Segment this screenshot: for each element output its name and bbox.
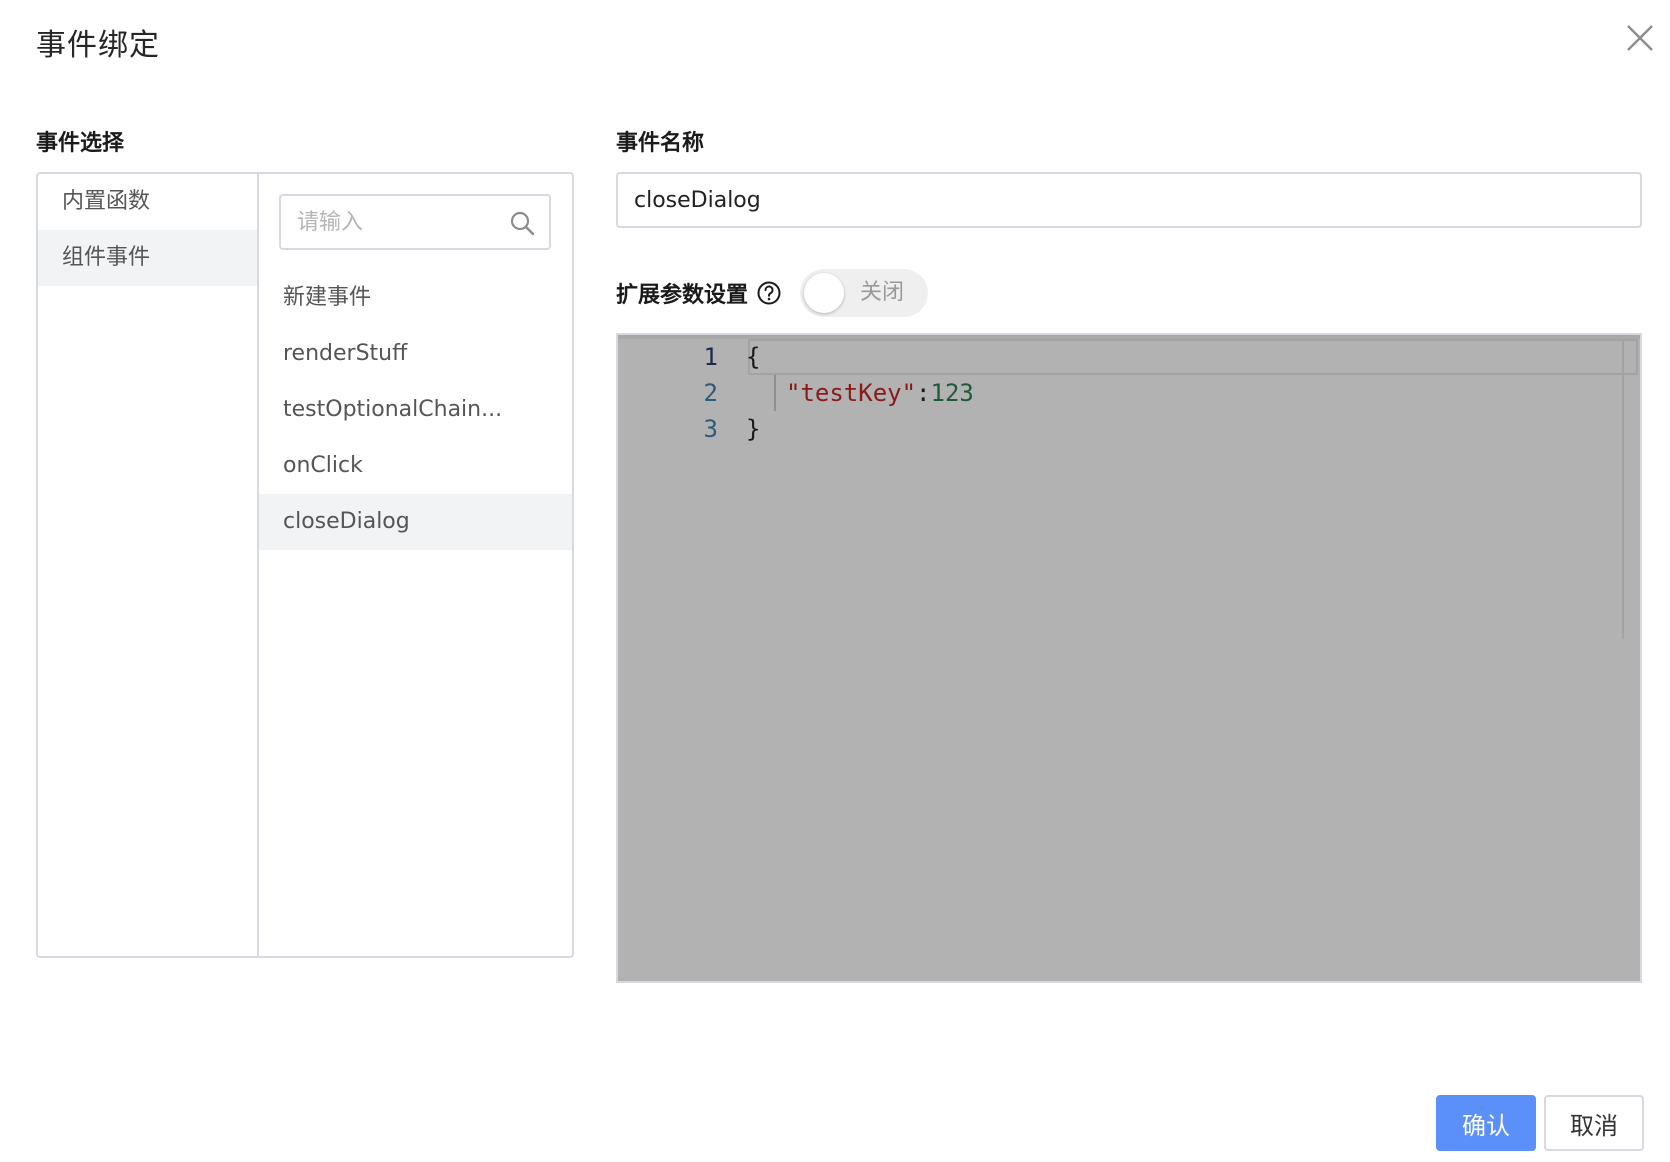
event-item-closedialog[interactable]: closeDialog [259, 494, 572, 550]
line-number: 2 [703, 379, 718, 407]
cancel-button[interactable]: 取消 [1544, 1095, 1644, 1151]
event-item-new-event[interactable]: 新建事件 [259, 270, 572, 326]
close-button[interactable] [1622, 20, 1658, 56]
event-item-renderstuff[interactable]: renderStuff [259, 326, 572, 382]
code-text: "testKey":123 [786, 375, 974, 411]
event-list: 新建事件 renderStuff testOptionalChain... on… [259, 270, 572, 550]
ext-params-label: 扩展参数设置 [616, 283, 749, 308]
category-item-builtin-functions[interactable]: 内置函数 [38, 174, 257, 230]
event-select-label: 事件选择 [36, 131, 125, 156]
event-search-input[interactable] [297, 209, 507, 235]
code-line: 2 "testKey":123 [618, 375, 1640, 411]
code-line: 3 } [618, 411, 1640, 447]
event-item-onclick[interactable]: onClick [259, 438, 572, 494]
event-list-panel: 新建事件 renderStuff testOptionalChain... on… [259, 174, 572, 956]
toggle-knob [804, 273, 845, 313]
category-item-component-events[interactable]: 组件事件 [38, 230, 257, 286]
search-icon[interactable] [509, 210, 535, 236]
json-key: "testKey" [786, 379, 917, 407]
ext-params-row: 扩展参数设置 关闭 [616, 268, 929, 318]
code-text: } [746, 415, 761, 443]
json-colon: : [916, 379, 931, 407]
toggle-text: 关闭 [860, 280, 905, 305]
json-number: 123 [930, 379, 974, 407]
dialog-title: 事件绑定 [36, 28, 160, 63]
question-circle-icon[interactable] [756, 280, 782, 306]
event-item-testoptionalchain[interactable]: testOptionalChain... [259, 382, 572, 438]
event-select-panel: 内置函数 组件事件 新建事件 renderStuff testOptionalC… [36, 172, 574, 958]
code-line: 1 { [618, 339, 1640, 375]
close-icon [1627, 25, 1653, 51]
indent-guide [774, 375, 776, 411]
ext-params-toggle[interactable]: 关闭 [800, 269, 929, 317]
line-number: 1 [703, 343, 718, 371]
params-code-editor[interactable]: 1 { 2 "testKey":123 3 } [616, 333, 1642, 983]
event-name-label: 事件名称 [616, 131, 705, 156]
event-name-input[interactable] [616, 172, 1642, 228]
code-text: { [746, 343, 761, 371]
category-list: 内置函数 组件事件 [38, 174, 259, 956]
event-binding-dialog: 事件绑定 事件选择 事件名称 内置函数 组件事件 新建事件 renderStuf… [0, 0, 1670, 1162]
line-number: 3 [703, 415, 718, 443]
event-search-box [279, 194, 551, 250]
confirm-button[interactable]: 确认 [1436, 1095, 1536, 1151]
